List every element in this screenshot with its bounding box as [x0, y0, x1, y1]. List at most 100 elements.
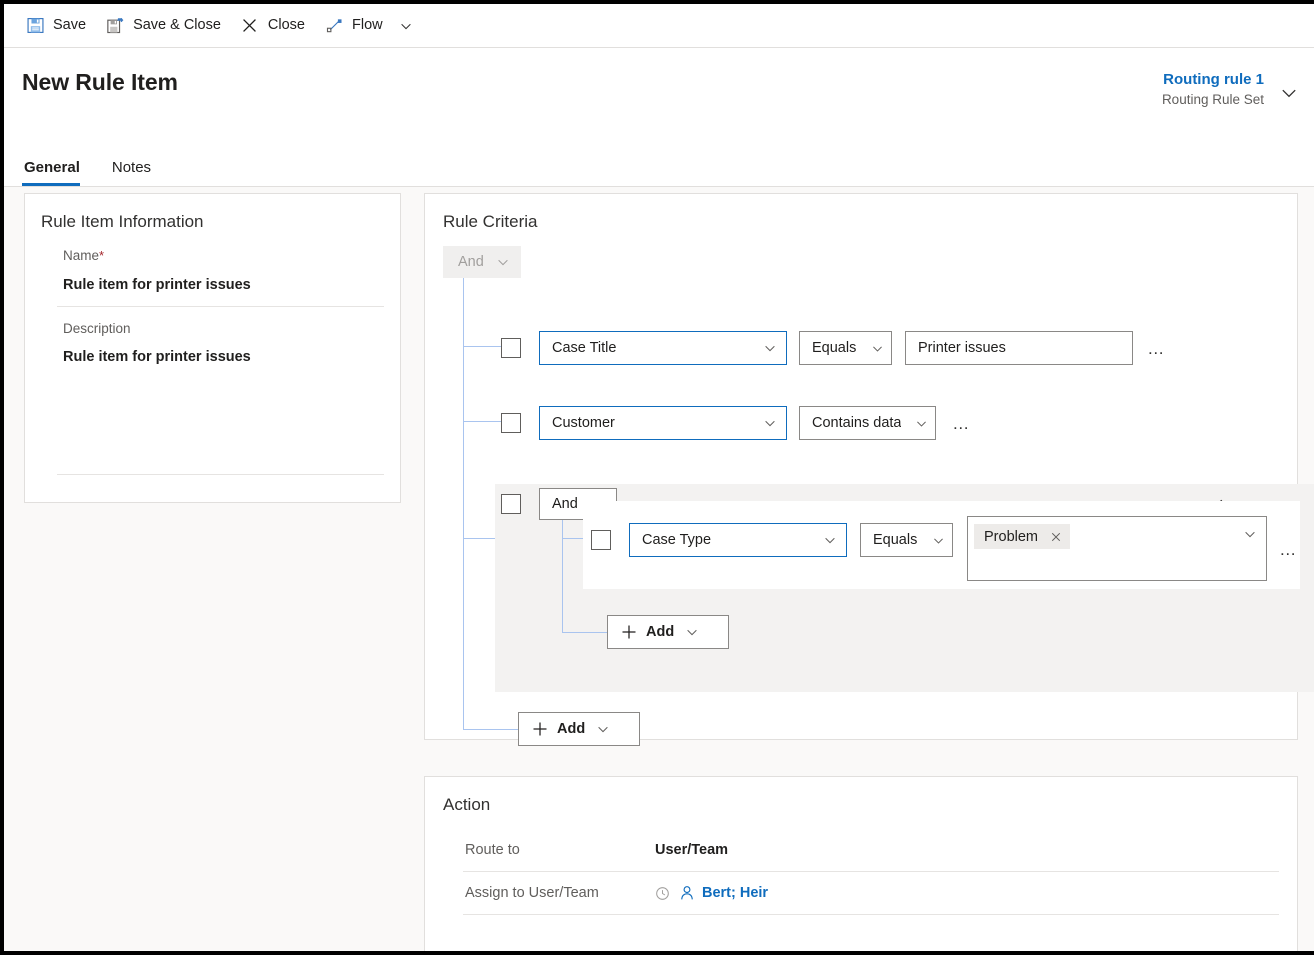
route-to-row: Route to User/Team [425, 829, 1297, 871]
flow-button[interactable]: Flow [315, 6, 393, 46]
nested-group-operator-label: And [552, 496, 578, 513]
nested-group-add-chevron-down-icon [685, 625, 699, 639]
root-operator-dropdown[interactable]: And [443, 246, 521, 279]
nested-criteria-row-1-value-multiselect[interactable]: Problem [967, 516, 1267, 582]
criteria-row-2-field-chevron-down-icon [763, 416, 777, 430]
description-field-block: Description Rule item for printer issues [41, 319, 384, 379]
tree-branch-group-add [562, 632, 607, 634]
criteria-row-2-checkbox[interactable] [501, 413, 521, 434]
criteria-row-2-field-label: Customer [552, 416, 615, 431]
close-button-label: Close [267, 17, 305, 34]
name-required-asterisk: * [99, 248, 105, 264]
save-and-close-icon [106, 17, 124, 35]
description-field-divider [57, 474, 384, 476]
form-header: New Rule Item Routing rule 1 Routing Rul… [4, 48, 1314, 187]
nested-group-add-plus-icon [621, 624, 637, 640]
criteria-row-2-more-button[interactable]: … [949, 410, 975, 436]
root-operator-chevron-down-icon [496, 255, 510, 269]
tree-branch-row-1 [463, 346, 501, 348]
nested-criteria-row-1: Case Type Equals [591, 523, 953, 558]
assign-to-row: Assign to User/Team Bert; Heir [425, 872, 1297, 914]
app-window: Save Save & Close Close Flow New Rule It… [0, 0, 1314, 955]
rule-item-information-panel: Rule Item Information Name* Rule item fo… [24, 193, 401, 503]
form-body: Rule Item Information Name* Rule item fo… [4, 187, 1314, 951]
criteria-row-1-field-chevron-down-icon [763, 341, 777, 355]
nested-group-add-button[interactable]: Add [607, 615, 729, 650]
criteria-row-2-operator-label: Contains data [812, 416, 902, 431]
tab-notes[interactable]: Notes [110, 160, 157, 186]
clock-icon [655, 886, 670, 901]
save-and-close-button[interactable]: Save & Close [96, 6, 231, 46]
flow-icon [325, 17, 343, 35]
save-icon [26, 17, 44, 35]
route-to-value[interactable]: User/Team [655, 842, 728, 858]
criteria-row-1-operator-chevron-down-icon [871, 342, 884, 355]
assign-to-lookup[interactable]: Bert; Heir [655, 885, 768, 901]
header-expand-chevron-down-icon[interactable] [1280, 84, 1298, 102]
tree-spine-group [562, 516, 563, 633]
command-bar: Save Save & Close Close Flow [4, 4, 1314, 48]
rule-item-information-title: Rule Item Information [41, 212, 204, 231]
criteria-row-1-value-input[interactable]: Printer issues [905, 331, 1133, 366]
root-add-label: Add [557, 721, 586, 738]
save-button-label: Save [53, 17, 87, 34]
routing-rule-set-label: Routing Rule Set [1161, 92, 1264, 108]
root-operator-label: And [458, 254, 484, 271]
criteria-row-1-operator-dropdown[interactable]: Equals [799, 331, 892, 366]
close-button[interactable]: Close [231, 6, 315, 46]
action-panel-title: Action [443, 795, 491, 814]
root-add-chevron-down-icon [596, 722, 610, 736]
flow-button-label: Flow [352, 17, 383, 34]
nested-criteria-row-1-operator-dropdown[interactable]: Equals [860, 523, 953, 558]
tree-branch-row-2 [463, 421, 501, 423]
nested-criteria-row-1-operator-chevron-down-icon [932, 534, 945, 547]
header-record-info: Routing rule 1 Routing Rule Set [1162, 70, 1298, 111]
criteria-row-1-field-label: Case Title [552, 341, 617, 356]
save-button[interactable]: Save [16, 6, 96, 46]
criteria-row-2: Customer Contains data … [501, 406, 975, 441]
page-title: New Rule Item [22, 69, 178, 95]
value-tag-problem: Problem [974, 524, 1070, 550]
name-field-value[interactable]: Rule item for printer issues [63, 275, 384, 306]
criteria-row-1-more-button[interactable]: … [1144, 335, 1170, 361]
command-bar-overflow-chevron-down-icon[interactable] [393, 6, 419, 46]
root-add-button[interactable]: Add [518, 712, 640, 747]
form-tabs: General Notes [22, 160, 181, 186]
name-field-label: Name* [63, 246, 384, 266]
save-and-close-label: Save & Close [133, 17, 221, 34]
value-tag-problem-close-icon[interactable] [1050, 531, 1062, 543]
criteria-row-1-field-dropdown[interactable]: Case Title [539, 331, 787, 366]
nested-criteria-row-1-checkbox[interactable] [591, 530, 611, 551]
action-panel: Action Route to User/Team Assign to User… [424, 776, 1298, 951]
rule-criteria-panel: Rule Criteria And Case Title Equals Prin… [424, 193, 1314, 747]
nested-criteria-row-1-field-chevron-down-icon [823, 533, 837, 547]
value-tag-problem-label: Problem [984, 528, 1038, 545]
rule-criteria-canvas: And Case Title Equals Printer issues … C… [443, 246, 1314, 747]
nested-criteria-row-1-field-label: Case Type [642, 533, 712, 548]
person-icon [679, 885, 695, 901]
description-field-value[interactable]: Rule item for printer issues [63, 347, 384, 378]
criteria-row-1-value-text: Printer issues [918, 341, 1006, 356]
tab-general[interactable]: General [22, 160, 86, 186]
tree-branch-add [463, 729, 518, 731]
routing-rule-link[interactable]: Routing rule 1 [1162, 70, 1264, 90]
criteria-row-2-operator-dropdown[interactable]: Contains data [799, 406, 936, 441]
assign-to-value[interactable]: Bert; Heir [702, 885, 768, 901]
nested-group-checkbox[interactable] [501, 494, 521, 515]
tab-notes-label: Notes [111, 159, 152, 176]
header-record-texts: Routing rule 1 Routing Rule Set [1162, 70, 1264, 111]
nested-criteria-row-1-field-dropdown[interactable]: Case Type [629, 523, 847, 558]
criteria-row-2-operator-chevron-down-icon [915, 417, 928, 430]
root-add-plus-icon [532, 721, 548, 737]
criteria-row-1-checkbox[interactable] [501, 338, 521, 359]
tab-general-label: General [24, 159, 80, 176]
nested-criteria-row-1-operator-label: Equals [873, 533, 918, 548]
nested-group-add-label: Add [646, 624, 675, 641]
assign-to-label: Assign to User/Team [465, 885, 599, 902]
close-icon [241, 17, 259, 35]
nested-criteria-row-1-more-button[interactable]: … [1276, 536, 1302, 562]
criteria-row-1: Case Title Equals Printer issues … [501, 331, 1170, 366]
rule-criteria-title: Rule Criteria [443, 212, 538, 231]
criteria-row-2-field-dropdown[interactable]: Customer [539, 406, 787, 441]
nested-criteria-row-1-value-chevron-down-icon[interactable] [1243, 527, 1257, 541]
